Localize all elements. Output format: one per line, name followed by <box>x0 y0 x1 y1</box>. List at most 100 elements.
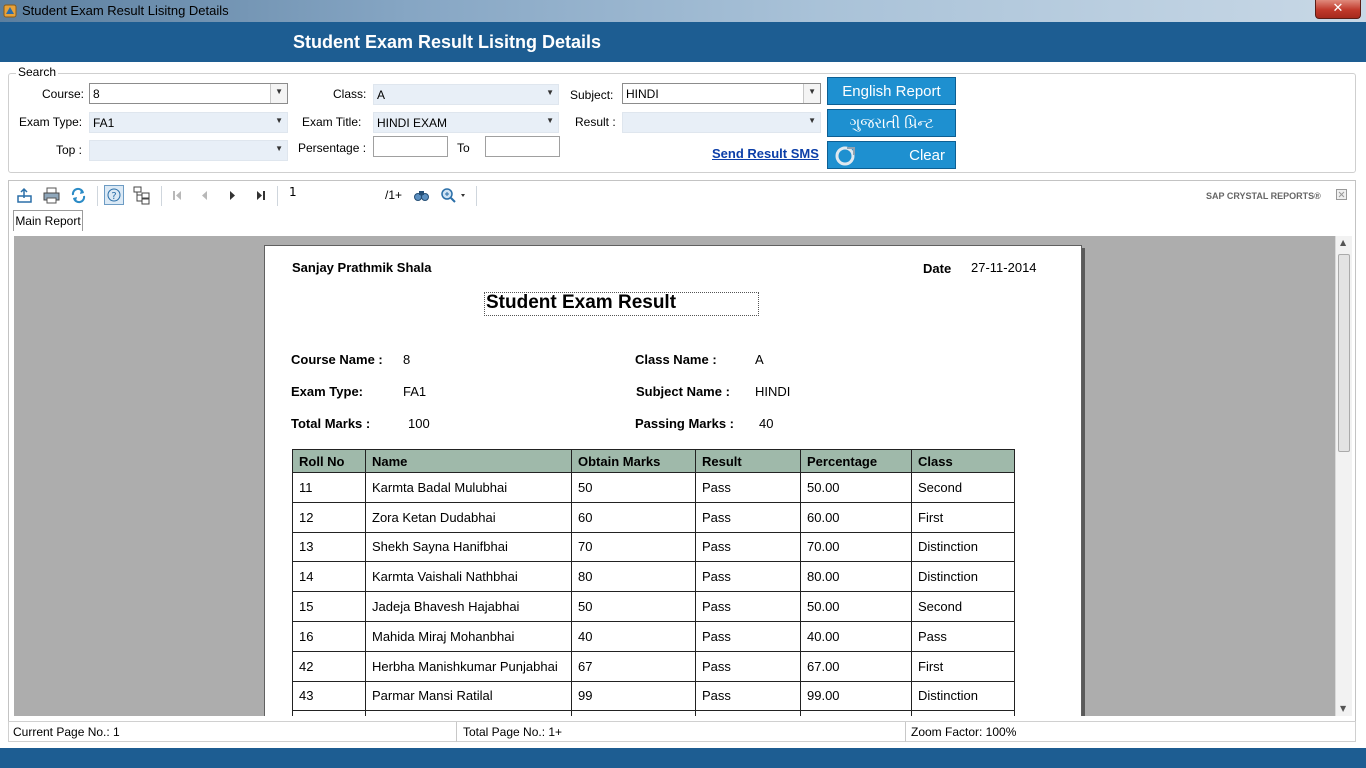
table-row: 43 Parmar Mansi Ratilal 99 Pass 99.00 Distinc… <box>292 680 1015 712</box>
exam-title-value: HINDI EXAM <box>377 116 448 130</box>
scroll-thumb[interactable] <box>1338 254 1350 452</box>
table-row <box>292 710 1015 716</box>
result-select[interactable]: ▼ <box>622 112 821 133</box>
table-cell: 70.00 <box>800 531 912 563</box>
exam-title-select[interactable]: HINDI EXAM ▼ <box>373 112 559 133</box>
date-label: Date <box>923 261 952 276</box>
course-select[interactable]: 8 ▼ <box>89 83 288 104</box>
clear-label: Clear <box>909 147 945 164</box>
table-cell: Pass <box>695 472 801 503</box>
table-row: 16 Mahida Miraj Mohanbhai 40 Pass 40.00 Pass <box>292 620 1015 652</box>
table-row: 12 Zora Ketan Dudabhai 60 Pass 60.00 First <box>292 501 1015 533</box>
chevron-down-icon: ▼ <box>546 116 554 125</box>
status-bar: Current Page No.: 1 Total Page No.: 1+ Z… <box>8 721 1356 742</box>
exam-type-label: Exam Type: <box>19 115 83 129</box>
print-icon[interactable] <box>43 187 60 204</box>
column-header: Percentage <box>800 449 912 473</box>
first-page-icon[interactable] <box>169 187 186 204</box>
window-title: Student Exam Result Lisitng Details <box>22 3 229 18</box>
viewer-toolbar: ? 1 /1+ SAP CRYSTAL REPORTS® <box>9 181 1355 210</box>
total-page-status: Total Page No.: 1+ <box>463 725 563 739</box>
table-cell: 40 <box>571 620 696 652</box>
course-name-label: Course Name : <box>291 352 383 367</box>
export-icon[interactable] <box>16 187 33 204</box>
table-cell: 50 <box>571 472 696 503</box>
table-cell: 43 <box>292 680 366 712</box>
english-report-button[interactable]: English Report <box>827 77 956 105</box>
table-cell: 50.00 <box>800 591 912 622</box>
table-cell: Shekh Sayna Hanifbhai <box>365 531 572 563</box>
table-cell: 99 <box>571 680 696 712</box>
table-cell: 11 <box>292 472 366 503</box>
page-number-input[interactable]: 1 <box>289 185 389 204</box>
table-row: 13 Shekh Sayna Hanifbhai 70 Pass 70.00 Distin… <box>292 531 1015 563</box>
percentage-label: Persentage : <box>298 141 367 155</box>
table-cell: 67.00 <box>800 650 912 682</box>
send-result-sms-link[interactable]: Send Result SMS <box>712 146 819 161</box>
subject-name-label: Subject Name : <box>636 384 730 399</box>
report-page: Sanjay Prathmik Shala Date 27-11-2014 St… <box>264 245 1082 716</box>
table-cell <box>571 710 696 716</box>
exam-type-value: FA1 <box>403 384 427 399</box>
table-cell: 67 <box>571 650 696 682</box>
table-cell: Pass <box>695 561 801 593</box>
table-cell: Pass <box>695 650 801 682</box>
chevron-down-icon: ▼ <box>546 88 554 97</box>
table-cell: Distinction <box>911 680 1015 712</box>
percentage-to-input[interactable] <box>485 136 560 157</box>
exam-type-value: FA1 <box>93 116 115 130</box>
table-cell: 15 <box>292 591 366 622</box>
exam-type-select[interactable]: FA1 ▼ <box>89 112 288 133</box>
last-page-icon[interactable] <box>252 187 269 204</box>
column-header: Name <box>365 449 572 473</box>
crystal-reports-brand: SAP CRYSTAL REPORTS® <box>1206 191 1321 201</box>
table-header-row: Roll No Name Obtain Marks Result Percent… <box>292 449 1015 473</box>
vertical-scrollbar[interactable]: ▲ ▼ <box>1335 236 1352 716</box>
percentage-from-input[interactable] <box>373 136 448 157</box>
chevron-down-icon: ▼ <box>808 116 816 125</box>
table-row: 42 Herbha Manishkumar Punjabhai 67 Pass 67.0… <box>292 650 1015 682</box>
chevron-down-icon: ▼ <box>808 87 816 96</box>
column-header: Obtain Marks <box>571 449 696 473</box>
top-select[interactable]: ▼ <box>89 140 288 161</box>
exam-title-label: Exam Title: <box>302 115 362 129</box>
group-tree-icon[interactable] <box>132 185 152 205</box>
help-icon[interactable]: ? <box>104 185 124 205</box>
table-cell: Herbha Manishkumar Punjabhai <box>365 650 572 682</box>
window-title-bar[interactable]: Student Exam Result Lisitng Details ✕ <box>0 0 1366 22</box>
course-value: 8 <box>93 87 100 101</box>
close-button[interactable]: ✕ <box>1315 0 1361 19</box>
table-cell: Zora Ketan Dudabhai <box>365 501 572 533</box>
result-table: Roll No Name Obtain Marks Result Percent… <box>292 449 1015 716</box>
close-viewer-icon[interactable] <box>1336 189 1347 200</box>
school-name: Sanjay Prathmik Shala <box>292 260 432 275</box>
subject-name-value: HINDI <box>755 384 791 399</box>
report-title: Student Exam Result <box>484 292 759 316</box>
class-select[interactable]: A ▼ <box>373 84 559 105</box>
class-name-value: A <box>755 352 764 367</box>
class-value: A <box>377 88 386 102</box>
table-cell: Second <box>911 591 1015 622</box>
zoom-icon[interactable] <box>440 187 468 204</box>
scroll-up-icon[interactable]: ▲ <box>1340 238 1346 247</box>
scroll-down-icon[interactable]: ▼ <box>1340 704 1346 713</box>
table-cell: Karmta Vaishali Nathbhai <box>365 561 572 593</box>
subject-select[interactable]: HINDI ▼ <box>622 83 821 104</box>
clear-button[interactable]: Clear <box>827 141 956 169</box>
gujarati-print-button[interactable]: ગુજરાતી પ્રિન્ટ <box>827 109 956 137</box>
prev-page-icon[interactable] <box>196 187 213 204</box>
chevron-down-icon: ▼ <box>275 116 283 125</box>
find-icon[interactable] <box>413 187 430 204</box>
table-cell: Pass <box>695 620 801 652</box>
table-cell: Distinction <box>911 531 1015 563</box>
tab-main-report[interactable]: Main Report <box>13 210 83 231</box>
table-cell <box>911 710 1015 716</box>
close-icon: ✕ <box>1332 1 1344 16</box>
table-cell: Pass <box>695 591 801 622</box>
next-page-icon[interactable] <box>224 187 241 204</box>
refresh-icon[interactable] <box>70 187 87 204</box>
table-cell: First <box>911 501 1015 533</box>
date-value: 27-11-2014 <box>971 260 1037 275</box>
table-cell: Second <box>911 472 1015 503</box>
total-marks-label: Total Marks : <box>291 416 371 431</box>
